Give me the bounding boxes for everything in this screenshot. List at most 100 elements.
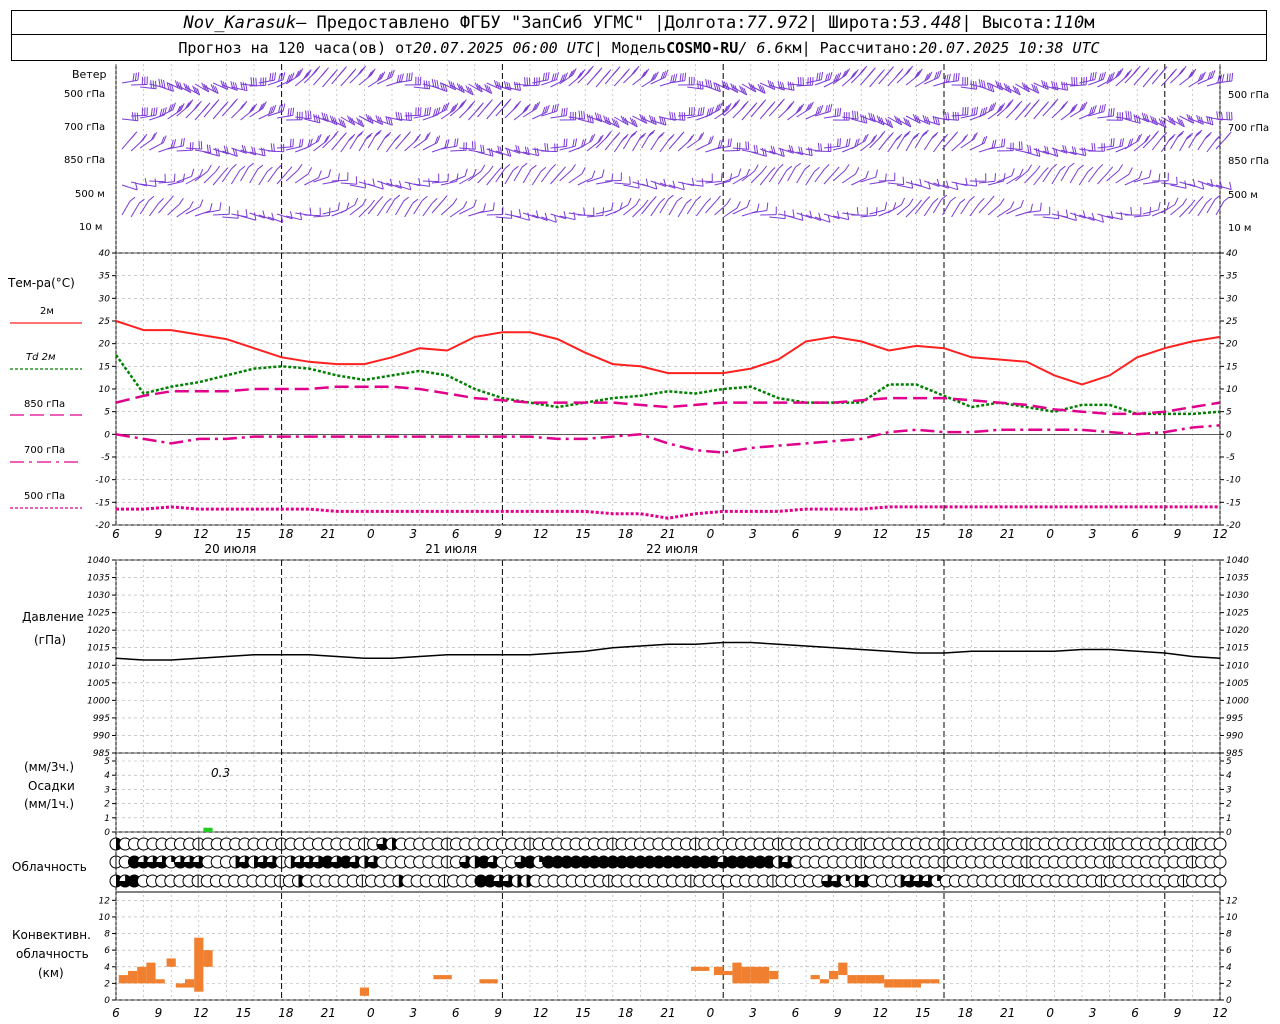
wind-barb bbox=[376, 202, 387, 217]
wind-barb-flag bbox=[669, 111, 672, 120]
conv-tick-label-left: 6 bbox=[104, 946, 110, 956]
day-label: 22 июля bbox=[646, 542, 698, 556]
wind-barb-flag bbox=[951, 133, 957, 140]
hour-tick-label: 0 bbox=[707, 527, 715, 541]
wind-barb bbox=[1179, 74, 1193, 86]
wind-barb bbox=[759, 172, 771, 186]
wind-barb bbox=[1124, 177, 1140, 186]
hour-tick-label: 0 bbox=[1046, 527, 1054, 541]
wind-barb-flag bbox=[412, 198, 419, 204]
wind-barb-flag bbox=[278, 73, 281, 82]
wind-barb-flag bbox=[1043, 167, 1049, 173]
wind-barb bbox=[814, 168, 825, 183]
wind-barb-flag bbox=[1092, 72, 1095, 81]
wind-barb-flag bbox=[586, 114, 590, 122]
wind-barb-flag bbox=[766, 202, 769, 211]
wind-barb bbox=[605, 180, 622, 182]
wind-barb bbox=[431, 200, 443, 214]
wind-barb bbox=[1069, 212, 1086, 219]
wind-barb-flag bbox=[320, 70, 326, 78]
wind-barb-flag bbox=[950, 196, 957, 202]
wind-barb-flag bbox=[707, 79, 710, 88]
wind-barb-flag bbox=[155, 107, 158, 116]
wind-barb-flag bbox=[163, 79, 166, 88]
wind-barb-flag bbox=[1168, 135, 1175, 142]
wind-barb bbox=[1188, 201, 1199, 215]
wind-barb-flag bbox=[210, 102, 217, 109]
wind-barb bbox=[851, 177, 867, 186]
wind-barb-flag bbox=[659, 197, 666, 204]
wind-barb-flag bbox=[512, 165, 519, 171]
wind-barb bbox=[1142, 209, 1159, 215]
wind-barb bbox=[750, 210, 767, 214]
wind-barb-flag bbox=[1097, 164, 1104, 170]
wind-barb-flag bbox=[865, 170, 869, 179]
wind-barb-flag bbox=[1214, 135, 1221, 142]
temp-tick-label-left: 35 bbox=[99, 272, 111, 282]
wind-barb bbox=[1042, 168, 1053, 183]
convective-bar bbox=[865, 975, 875, 984]
wind-barb-flag bbox=[278, 104, 281, 113]
wind-barb bbox=[823, 145, 840, 149]
wind-barb-flag bbox=[140, 135, 146, 142]
wind-barb-flag bbox=[328, 169, 331, 178]
conv-tick-label-right: 4 bbox=[1226, 963, 1232, 973]
wind-barb-flag bbox=[602, 72, 609, 79]
wind-barb bbox=[1188, 183, 1204, 190]
wind-barb-flag bbox=[480, 164, 486, 172]
wind-barb-flag bbox=[396, 74, 400, 83]
wind-barb bbox=[1115, 173, 1130, 184]
wind-barb-flag bbox=[846, 211, 850, 220]
wind-barb bbox=[705, 200, 717, 214]
wind-barb-flag bbox=[447, 173, 449, 182]
hour-tick-label: 9 bbox=[494, 1006, 502, 1020]
hour-tick-label: 12 bbox=[1212, 1006, 1227, 1020]
wind-barb-flag bbox=[789, 82, 793, 90]
wind-barb-flag bbox=[738, 168, 742, 177]
wind-barb-flag bbox=[961, 135, 967, 143]
wind-barb bbox=[258, 111, 274, 120]
wind-barb-flag bbox=[802, 77, 804, 86]
temp-tick-label-left: -20 bbox=[95, 521, 110, 531]
wind-barb bbox=[678, 114, 695, 117]
wind-barb bbox=[130, 202, 140, 218]
wind-barb-flag bbox=[521, 162, 528, 168]
wind-barb bbox=[869, 181, 886, 185]
wind-barb-flag bbox=[394, 135, 400, 142]
wind-barb-flag bbox=[132, 73, 135, 82]
wind-barb-flag bbox=[1159, 69, 1165, 76]
wind-barb-flag bbox=[1083, 147, 1087, 156]
wind-barb-flag bbox=[377, 196, 384, 202]
hour-tick-label: 3 bbox=[749, 1006, 757, 1020]
temp-tick-label-right: 25 bbox=[1226, 317, 1238, 327]
pressure-tick-label-left: 1005 bbox=[87, 679, 110, 689]
wind-barb bbox=[604, 137, 616, 151]
wind-barb-flag bbox=[1206, 197, 1212, 204]
wind-barb-flag bbox=[1031, 102, 1037, 109]
wind-barb-flag bbox=[269, 73, 272, 82]
wind-barb-flag bbox=[683, 112, 686, 121]
hour-tick-label: 18 bbox=[618, 527, 634, 541]
wind-barb bbox=[650, 136, 660, 151]
wind-barb-flag bbox=[667, 194, 674, 200]
wind-barb-flag bbox=[1087, 166, 1094, 172]
convective-bar bbox=[137, 966, 147, 984]
wind-barb bbox=[504, 213, 521, 218]
wind-barb-flag bbox=[403, 196, 410, 202]
convective-bar bbox=[359, 987, 369, 996]
wind-barb-flag bbox=[401, 73, 404, 82]
wind-barb bbox=[149, 142, 164, 151]
wind-barb-flag bbox=[158, 78, 161, 87]
wind-barb-flag bbox=[483, 203, 486, 212]
wind-barb-flag bbox=[834, 166, 840, 173]
wind-barb-flag bbox=[736, 201, 741, 209]
wind-barb-flag bbox=[875, 169, 878, 178]
wind-barb-flag bbox=[777, 163, 784, 170]
wind-barb bbox=[1160, 138, 1171, 153]
hour-tick-label: 12 bbox=[533, 527, 548, 541]
wind-barb bbox=[532, 214, 548, 221]
wind-barb bbox=[1060, 109, 1074, 121]
wind-barb-flag bbox=[878, 132, 884, 139]
hour-tick-label: 15 bbox=[575, 1006, 590, 1020]
wind-barb bbox=[923, 202, 934, 217]
